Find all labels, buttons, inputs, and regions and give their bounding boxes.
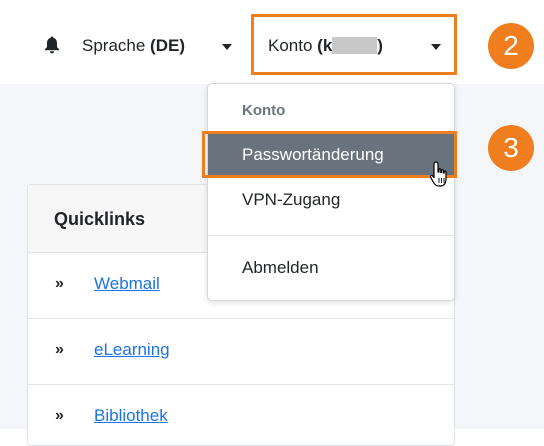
language-dropdown[interactable]: Sprache (DE) <box>82 35 185 57</box>
step-3-badge: 3 <box>488 125 534 171</box>
double-chevron-icon: » <box>55 341 64 358</box>
quicklinks-title: Quicklinks <box>54 209 146 229</box>
language-label: Sprache <box>82 36 151 55</box>
bibliothek-link[interactable]: Bibliothek <box>94 406 168 426</box>
menu-divider <box>208 235 454 236</box>
password-change-highlight-box <box>202 131 457 178</box>
language-caret-icon[interactable] <box>222 44 232 50</box>
list-item: » eLearning <box>28 319 454 385</box>
account-highlight-box <box>251 14 457 75</box>
step-2-badge: 2 <box>488 23 534 69</box>
webmail-link[interactable]: Webmail <box>94 274 160 294</box>
double-chevron-icon: » <box>55 407 64 424</box>
dropdown-header: Konto <box>242 102 286 119</box>
list-item: » Bibliothek <box>28 385 454 445</box>
menu-item-vpn-access[interactable]: VPN-Zugang <box>242 190 340 210</box>
double-chevron-icon: » <box>55 275 64 292</box>
hand-pointer-cursor-icon <box>429 161 447 187</box>
bell-icon[interactable] <box>44 36 60 54</box>
account-dropdown-menu: Konto Passwortänderung VPN-Zugang Abmeld… <box>207 83 455 301</box>
menu-item-logout[interactable]: Abmelden <box>242 258 319 278</box>
elearning-link[interactable]: eLearning <box>94 340 170 360</box>
language-code: (DE) <box>150 36 185 55</box>
